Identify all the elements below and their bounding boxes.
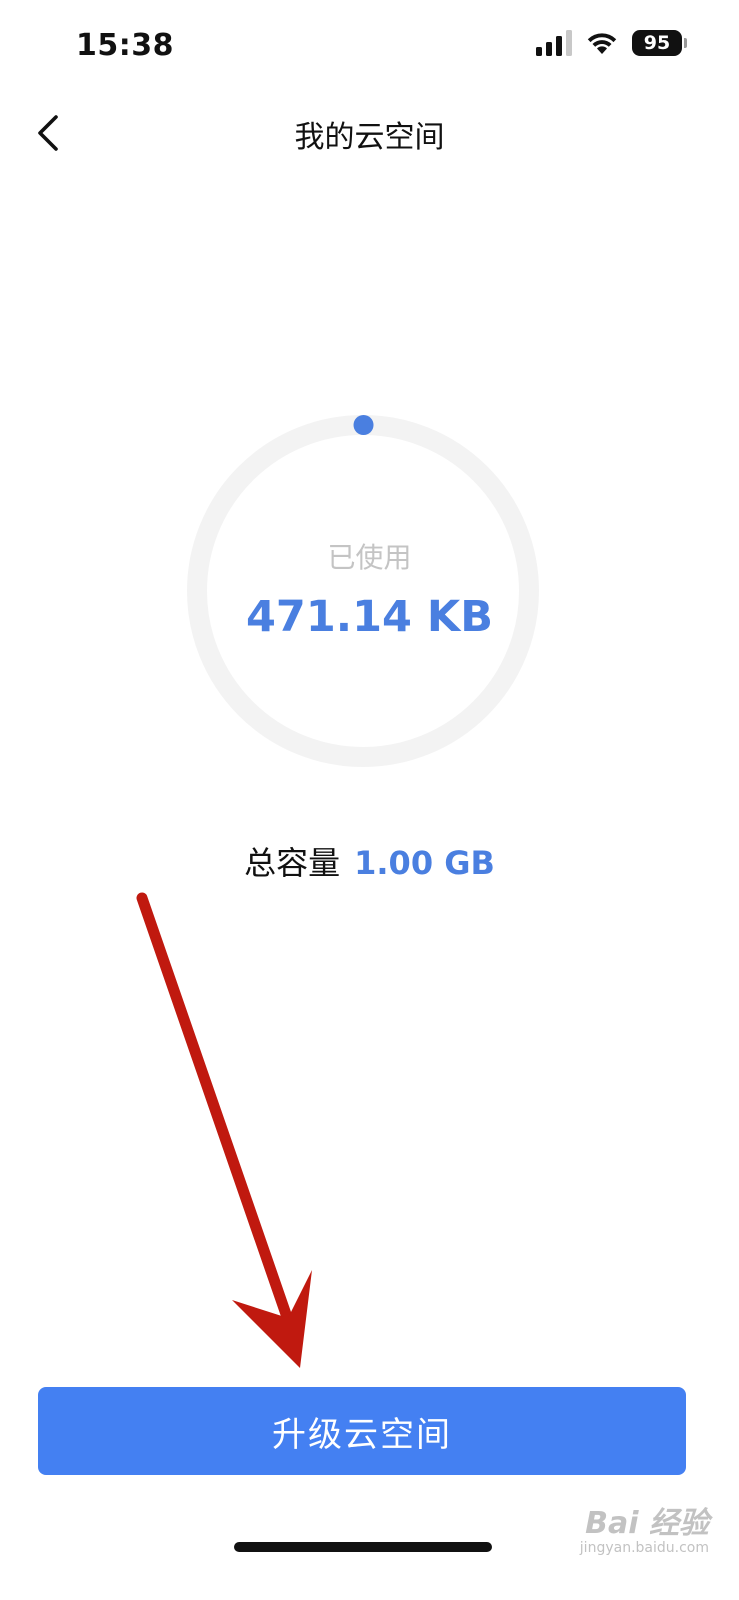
- home-indicator[interactable]: [234, 1542, 492, 1552]
- screen: 15:38 95 我的云空间 已使用 471.14 KB 总容量 1.00 GB: [0, 0, 739, 1600]
- usage-label: 已使用: [327, 541, 412, 574]
- watermark-main: Bai 经验: [585, 1506, 709, 1541]
- capacity-label: 总容量: [244, 844, 341, 882]
- capacity-value: 1.00 GB: [354, 844, 495, 882]
- upgrade-cloud-space-button[interactable]: 升级云空间: [38, 1387, 686, 1475]
- usage-ring-track: [187, 415, 539, 767]
- battery-icon: 95: [632, 30, 687, 56]
- baidu-jingyan-watermark: Bai 经验 jingyan.baidu.com: [580, 1498, 709, 1556]
- battery-level: 95: [632, 30, 682, 56]
- status-time: 15:38: [76, 28, 174, 63]
- page-title: 我的云空间: [294, 120, 445, 155]
- wifi-icon: [587, 33, 617, 54]
- cellular-signal-icon: [536, 30, 572, 56]
- total-capacity: 总容量 1.00 GB: [0, 838, 739, 884]
- status-icons: 95: [536, 30, 687, 56]
- usage-value: 471.14 KB: [246, 592, 493, 642]
- usage-ring-progress: [353, 415, 374, 435]
- annotation-arrow: [136, 892, 312, 1368]
- usage-ring: [187, 415, 539, 767]
- watermark-sub: jingyan.baidu.com: [579, 1540, 709, 1556]
